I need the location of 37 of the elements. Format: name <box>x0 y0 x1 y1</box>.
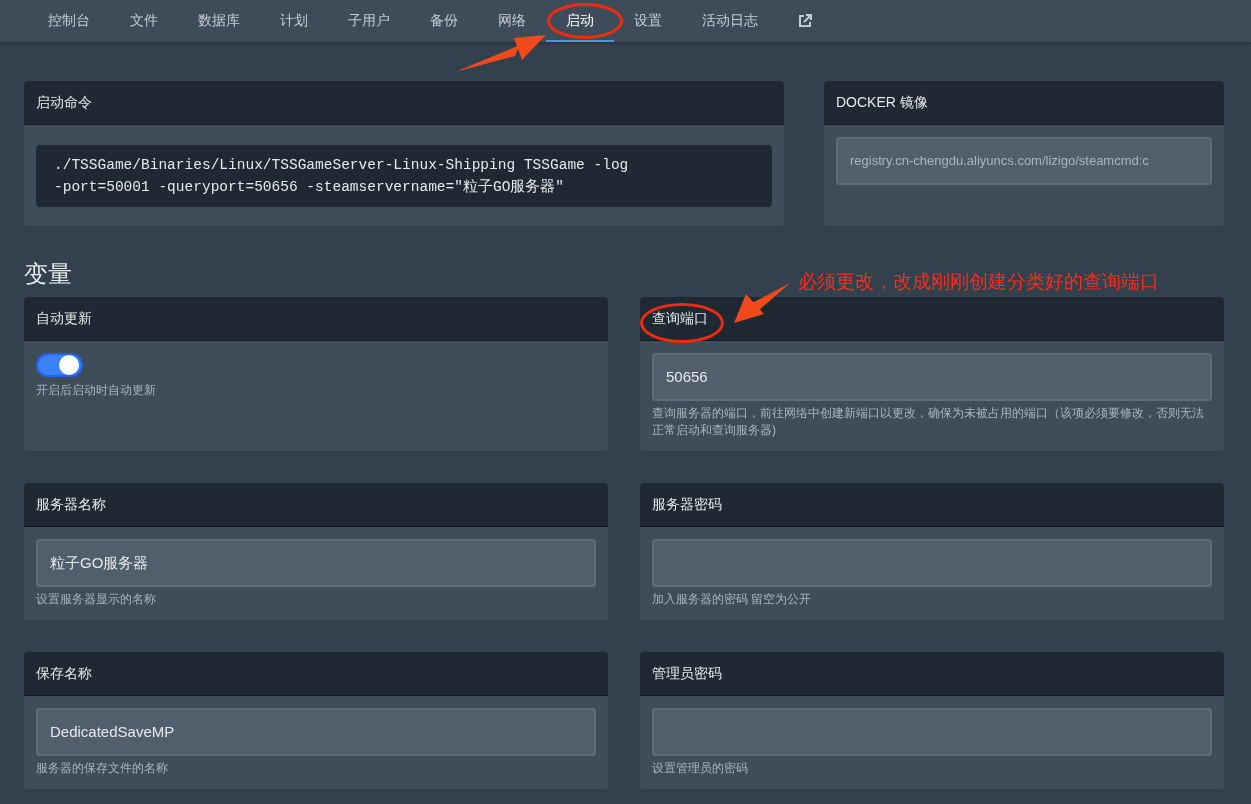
field-description: 开启后启动时自动更新 <box>36 382 157 399</box>
section-heading: 变量 <box>24 259 72 289</box>
external-link-icon[interactable] <box>798 14 812 28</box>
input-field[interactable]: registry.cn-chengdu.aliyuncs.com/lizigo/steamcmd:c <box>836 137 1212 185</box>
nav-tab[interactable]: 活动日志 <box>682 0 778 42</box>
nav-tab[interactable]: 数据库 <box>178 0 260 42</box>
command-line: ./TSSGame/Binaries/Linux/TSSGameServer-Linux-Shipping TSSGame -log <box>54 156 630 175</box>
annotation-arrow <box>734 283 790 323</box>
input-field[interactable] <box>652 708 1212 756</box>
card-title: 服务器密码 <box>652 495 722 514</box>
command-line: -port=50001 -queryport=50656 -steamservername="粒子GO服务器" <box>54 178 566 197</box>
card-title: DOCKER 镜像 <box>836 93 928 112</box>
card-title: 启动命令 <box>36 93 92 112</box>
card-title: 查询端口 <box>652 309 708 328</box>
card-title: 管理员密码 <box>652 664 722 683</box>
nav-tab[interactable]: 计划 <box>260 0 328 42</box>
card-title: 自动更新 <box>36 309 92 328</box>
nav-tab[interactable]: 文件 <box>110 0 178 42</box>
field-description: 加入服务器的密码 留空为公开 <box>652 591 813 608</box>
input-field[interactable]: DedicatedSaveMP <box>36 708 596 756</box>
card-title: 保存名称 <box>36 664 92 683</box>
field-description: 设置服务器显示的名称 <box>36 591 157 608</box>
nav-tab[interactable]: 子用户 <box>328 0 410 42</box>
nav-tab[interactable]: 网络 <box>478 0 546 42</box>
field-description: 设置管理员的密码 <box>652 760 749 777</box>
input-field[interactable]: 粒子GO服务器 <box>36 539 596 587</box>
toggle-switch[interactable] <box>36 353 83 377</box>
nav-tab[interactable]: 启动 <box>546 0 614 42</box>
field-description: 服务器的保存文件的名称 <box>36 760 169 777</box>
nav-tab[interactable]: 控制台 <box>28 0 110 42</box>
nav-tab[interactable]: 设置 <box>614 0 682 42</box>
input-field[interactable] <box>652 539 1212 587</box>
annotation-note: 必须更改，改成刚刚创建分类好的查询端口 <box>798 270 1159 294</box>
input-field[interactable]: 50656 <box>652 353 1212 401</box>
field-description: 查询服务器的端口，前往网络中创建新端口以更改，确保为未被占用的端口（该项必须要修改，否则无法正常启动和查询服务器) <box>652 405 1205 439</box>
card-title: 服务器名称 <box>36 495 106 514</box>
nav-tab[interactable]: 备份 <box>410 0 478 42</box>
